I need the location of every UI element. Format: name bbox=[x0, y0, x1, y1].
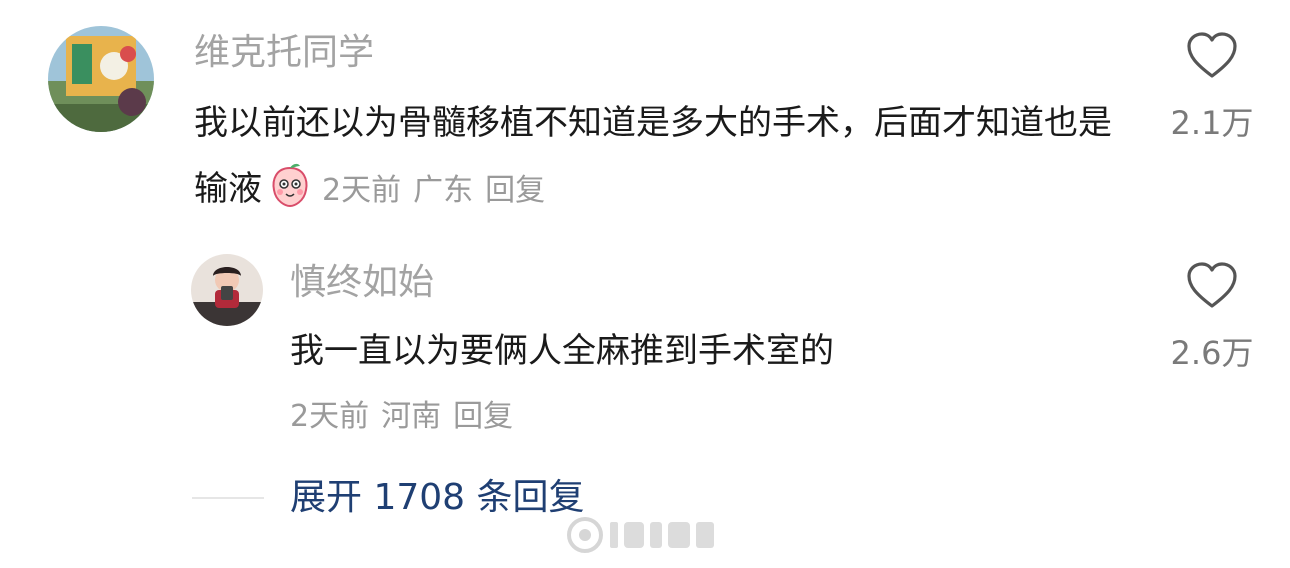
comment-like-count: 2.1万 bbox=[1170, 104, 1254, 142]
reply-reply-button[interactable]: 回复 bbox=[453, 399, 513, 434]
replier-username[interactable]: 慎终如始 bbox=[290, 261, 434, 305]
replier-avatar[interactable] bbox=[191, 254, 263, 326]
reply-like[interactable]: 2.6万 bbox=[1152, 262, 1272, 374]
commenter-username[interactable]: 维克托同学 bbox=[194, 31, 374, 75]
reply-meta: 2天前 河南 回复 bbox=[290, 395, 525, 439]
expand-replies-button[interactable]: 展开 1708 条回复 bbox=[290, 474, 585, 522]
reply-time: 2天前 bbox=[290, 399, 370, 434]
comment-reply-button[interactable]: 回复 bbox=[485, 173, 545, 208]
comment-time: 2天前 bbox=[322, 173, 402, 208]
comment-like[interactable]: 2.1万 bbox=[1152, 32, 1272, 144]
peach-emoji-icon bbox=[272, 163, 308, 208]
reply-location: 河南 bbox=[381, 399, 442, 434]
comment-body: 我以前还以为骨髓移植不知道是多大的手术，后面才知道也是输液 2天前 广东 回复 bbox=[194, 90, 1114, 224]
comment-meta: 2天前 广东 回复 bbox=[322, 158, 557, 224]
heart-icon[interactable] bbox=[1186, 32, 1238, 80]
heart-icon[interactable] bbox=[1186, 262, 1238, 310]
commenter-avatar[interactable] bbox=[48, 26, 154, 132]
reply-text: 我一直以为要俩人全麻推到手术室的 bbox=[290, 331, 834, 371]
watermark-logo bbox=[567, 517, 714, 553]
comment-location: 广东 bbox=[413, 173, 474, 208]
expand-divider bbox=[192, 497, 264, 499]
reply-like-count: 2.6万 bbox=[1170, 334, 1254, 372]
